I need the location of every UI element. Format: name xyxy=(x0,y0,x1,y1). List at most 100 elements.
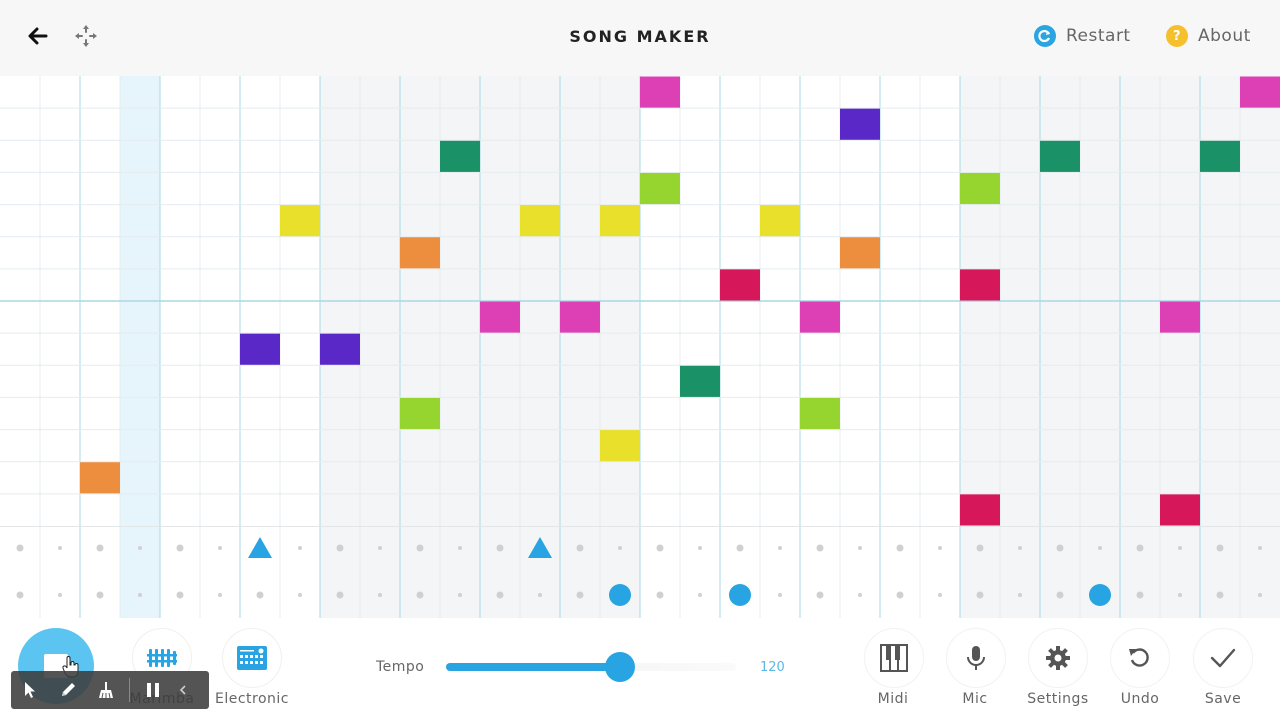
melody-note[interactable] xyxy=(280,205,320,237)
percussion-empty-dot[interactable] xyxy=(16,544,24,552)
percussion-empty-dot[interactable] xyxy=(938,593,942,597)
percussion-empty-dot[interactable] xyxy=(976,544,984,552)
melody-note[interactable] xyxy=(560,301,600,333)
melody-grid[interactable] xyxy=(0,76,1280,526)
settings-button[interactable] xyxy=(1028,628,1088,688)
melody-note[interactable] xyxy=(1040,140,1080,172)
pause-button[interactable] xyxy=(134,671,172,709)
melody-note[interactable] xyxy=(840,108,880,140)
percussion-empty-dot[interactable] xyxy=(336,544,344,552)
percussion-empty-dot[interactable] xyxy=(1056,591,1064,599)
percussion-empty-dot[interactable] xyxy=(1178,546,1182,550)
pencil-tool-button[interactable] xyxy=(49,671,87,709)
melody-note[interactable] xyxy=(520,205,560,237)
melody-note[interactable] xyxy=(960,494,1000,526)
percussion-empty-dot[interactable] xyxy=(698,546,702,550)
percussion-empty-dot[interactable] xyxy=(96,544,104,552)
percussion-empty-dot[interactable] xyxy=(176,591,184,599)
percussion-empty-dot[interactable] xyxy=(1258,546,1262,550)
percussion-empty-dot[interactable] xyxy=(298,593,302,597)
percussion-empty-dot[interactable] xyxy=(1018,546,1022,550)
about-button[interactable]: ? About xyxy=(1166,25,1251,47)
percussion-empty-dot[interactable] xyxy=(778,546,782,550)
mic-button[interactable] xyxy=(946,628,1006,688)
percussion-empty-dot[interactable] xyxy=(656,544,664,552)
percussion-empty-dot[interactable] xyxy=(656,591,664,599)
melody-note[interactable] xyxy=(600,205,640,237)
percussion-empty-dot[interactable] xyxy=(458,593,462,597)
percussion-empty-dot[interactable] xyxy=(896,544,904,552)
percussion-empty-dot[interactable] xyxy=(576,591,584,599)
percussion-empty-dot[interactable] xyxy=(336,591,344,599)
percussion-empty-dot[interactable] xyxy=(778,593,782,597)
percussion-empty-dot[interactable] xyxy=(976,591,984,599)
melody-note[interactable] xyxy=(960,172,1000,205)
percussion-empty-dot[interactable] xyxy=(816,591,824,599)
percussion-empty-dot[interactable] xyxy=(1018,593,1022,597)
melody-note[interactable] xyxy=(1160,301,1200,333)
percussion-grid[interactable] xyxy=(0,526,1280,618)
melody-note[interactable] xyxy=(400,237,440,269)
melody-note[interactable] xyxy=(440,140,480,172)
melody-note[interactable] xyxy=(680,365,720,397)
percussion-empty-dot[interactable] xyxy=(298,546,302,550)
percussion-empty-dot[interactable] xyxy=(416,544,424,552)
percussion-empty-dot[interactable] xyxy=(736,544,744,552)
percussion-empty-dot[interactable] xyxy=(416,591,424,599)
melody-note[interactable] xyxy=(600,430,640,462)
percussion-empty-dot[interactable] xyxy=(218,593,222,597)
percussion-circle[interactable] xyxy=(609,584,631,606)
pointer-tool-button[interactable] xyxy=(11,671,49,709)
percussion-empty-dot[interactable] xyxy=(576,544,584,552)
melody-note[interactable] xyxy=(960,269,1000,301)
melody-note[interactable] xyxy=(480,301,520,333)
melody-note[interactable] xyxy=(1160,494,1200,526)
percussion-empty-dot[interactable] xyxy=(1216,591,1224,599)
percussion-empty-dot[interactable] xyxy=(816,544,824,552)
percussion-empty-dot[interactable] xyxy=(378,593,382,597)
melody-note[interactable] xyxy=(720,269,760,301)
melody-note[interactable] xyxy=(640,172,680,205)
percussion-empty-dot[interactable] xyxy=(16,591,24,599)
percussion-empty-dot[interactable] xyxy=(938,546,942,550)
percussion-empty-dot[interactable] xyxy=(1136,544,1144,552)
move-button[interactable] xyxy=(72,22,100,50)
percussion-empty-dot[interactable] xyxy=(96,591,104,599)
tempo-slider-thumb[interactable] xyxy=(605,652,635,682)
midi-button[interactable] xyxy=(864,628,924,688)
melody-note[interactable] xyxy=(800,397,840,430)
percussion-empty-dot[interactable] xyxy=(58,546,62,550)
undo-button[interactable] xyxy=(1110,628,1170,688)
melody-note[interactable] xyxy=(800,301,840,333)
percussion-empty-dot[interactable] xyxy=(138,593,142,597)
percussion-empty-dot[interactable] xyxy=(858,593,862,597)
restart-button[interactable]: Restart xyxy=(1034,25,1131,47)
percussion-empty-dot[interactable] xyxy=(1258,593,1262,597)
percussion-empty-dot[interactable] xyxy=(896,591,904,599)
collapse-toolbar-button[interactable] xyxy=(172,671,194,709)
melody-note[interactable] xyxy=(640,76,680,108)
percussion-empty-dot[interactable] xyxy=(1216,544,1224,552)
melody-note[interactable] xyxy=(320,333,360,365)
percussion-empty-dot[interactable] xyxy=(1178,593,1182,597)
melody-note[interactable] xyxy=(1240,76,1280,108)
percussion-empty-dot[interactable] xyxy=(458,546,462,550)
melody-note[interactable] xyxy=(1200,140,1240,172)
percussion-empty-dot[interactable] xyxy=(698,593,702,597)
percussion-empty-dot[interactable] xyxy=(138,546,142,550)
percussion-empty-dot[interactable] xyxy=(496,591,504,599)
percussion-empty-dot[interactable] xyxy=(496,544,504,552)
back-button[interactable] xyxy=(24,22,52,50)
percussion-circle[interactable] xyxy=(1089,584,1111,606)
melody-note[interactable] xyxy=(840,237,880,269)
percussion-empty-dot[interactable] xyxy=(218,546,222,550)
percussion-circle[interactable] xyxy=(729,584,751,606)
percussion-empty-dot[interactable] xyxy=(378,546,382,550)
tempo-slider[interactable] xyxy=(446,652,736,682)
percussion-empty-dot[interactable] xyxy=(58,593,62,597)
broom-tool-button[interactable] xyxy=(87,671,125,709)
percussion-empty-dot[interactable] xyxy=(1136,591,1144,599)
percussion-empty-dot[interactable] xyxy=(538,593,542,597)
percussion-empty-dot[interactable] xyxy=(858,546,862,550)
percussion-empty-dot[interactable] xyxy=(618,546,622,550)
